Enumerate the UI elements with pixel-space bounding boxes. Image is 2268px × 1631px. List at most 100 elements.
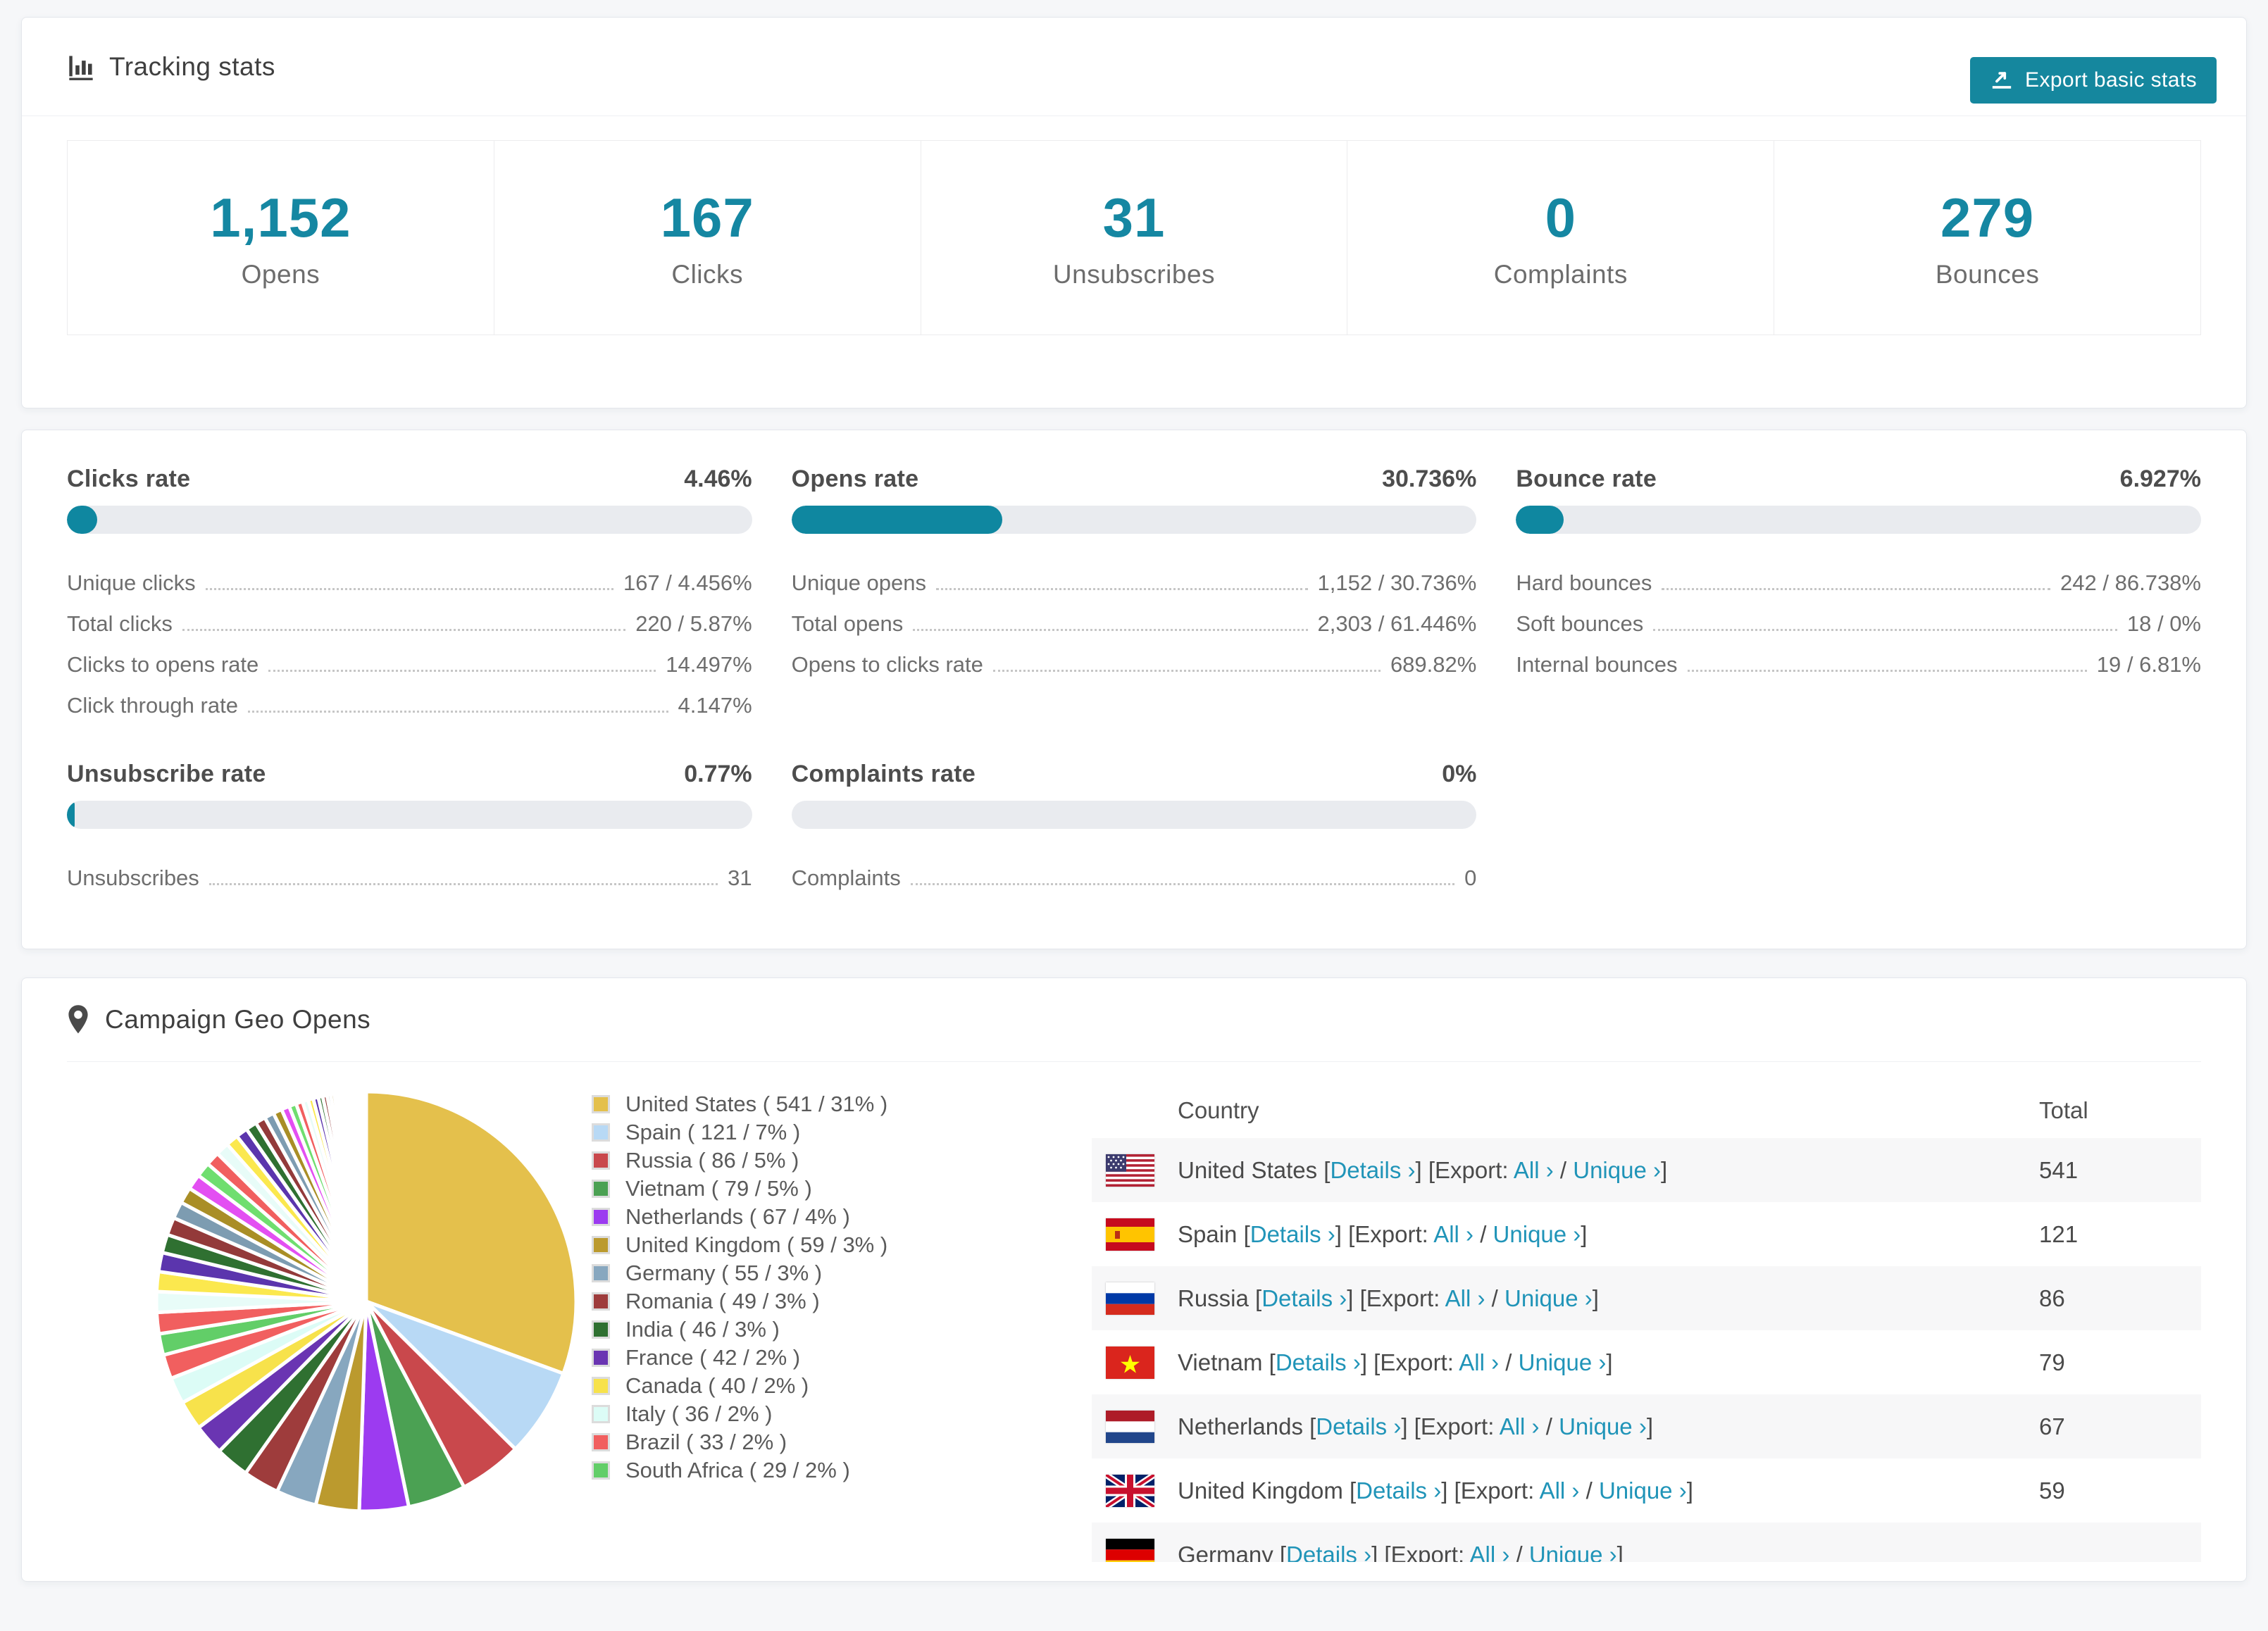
rate-stat-value: 18 / 0% bbox=[2126, 611, 2201, 636]
export-unique-link[interactable]: Unique › bbox=[1529, 1542, 1617, 1563]
legend-label: Germany ( 55 / 3% ) bbox=[625, 1261, 823, 1285]
country-name: United States bbox=[1178, 1156, 1324, 1183]
details-link[interactable]: Details › bbox=[1276, 1349, 1361, 1375]
legend-item: Russia ( 86 / 5% ) bbox=[592, 1146, 986, 1175]
rate-stat-label: Unsubscribes bbox=[67, 866, 199, 890]
rate-stat-label: Hard bounces bbox=[1516, 570, 1652, 595]
rate-stat-row: Clicks to opens rate 14.497% bbox=[67, 641, 752, 682]
export-unique-link[interactable]: Unique › bbox=[1559, 1413, 1647, 1439]
export-all-link[interactable]: All › bbox=[1433, 1221, 1473, 1247]
legend-label: South Africa ( 29 / 2% ) bbox=[625, 1458, 850, 1482]
rate-stat-label: Unique clicks bbox=[67, 570, 196, 595]
country-total: 86 bbox=[2039, 1285, 2065, 1311]
page-title: Tracking stats bbox=[109, 51, 275, 81]
legend-label: Netherlands ( 67 / 4% ) bbox=[625, 1204, 850, 1229]
progress-bar bbox=[791, 506, 1477, 534]
rate-stat-value: 19 / 6.81% bbox=[2096, 652, 2201, 677]
export-all-link[interactable]: All › bbox=[1514, 1157, 1554, 1183]
details-link[interactable]: Details › bbox=[1356, 1477, 1441, 1504]
legend-label: India ( 46 / 3% ) bbox=[625, 1317, 780, 1342]
rate-value: 30.736% bbox=[1382, 465, 1477, 492]
export-icon bbox=[1990, 68, 2014, 92]
rate-block-bounce-rate: Bounce rate 6.927% Hard bounces 242 / 86.73… bbox=[1516, 465, 2201, 723]
table-row-gb: United Kingdom [Details ›] [Export: All … bbox=[1092, 1458, 2201, 1523]
rate-title: Opens rate bbox=[791, 465, 919, 492]
export-basic-stats-button[interactable]: Export basic stats bbox=[1970, 57, 2217, 104]
details-link[interactable]: Details › bbox=[1286, 1542, 1371, 1563]
stat-value: 31 bbox=[1102, 187, 1166, 249]
legend-item: India ( 46 / 3% ) bbox=[592, 1316, 986, 1344]
stat-value: 1,152 bbox=[210, 187, 351, 249]
rate-stat-value: 689.82% bbox=[1390, 652, 1477, 677]
legend-item: Brazil ( 33 / 2% ) bbox=[592, 1428, 986, 1456]
rate-stat-label: Clicks to opens rate bbox=[67, 652, 259, 677]
rate-value: 0% bbox=[1442, 761, 1477, 787]
rate-stat-label: Total clicks bbox=[67, 611, 173, 636]
export-unique-link[interactable]: Unique › bbox=[1493, 1221, 1581, 1247]
country-total: 67 bbox=[2039, 1413, 2065, 1439]
legend-label: Romania ( 49 / 3% ) bbox=[625, 1289, 820, 1313]
dotted-leader bbox=[910, 883, 1455, 885]
details-link[interactable]: Details › bbox=[1250, 1221, 1335, 1247]
country-name: Vietnam bbox=[1178, 1349, 1269, 1375]
export-all-link[interactable]: All › bbox=[1540, 1477, 1580, 1504]
tracking-stats-card: Tracking stats Export basic stats 1,152 O… bbox=[21, 17, 2247, 408]
details-link[interactable]: Details › bbox=[1261, 1285, 1347, 1311]
rate-block-unsubscribe-rate: Unsubscribe rate 0.77% Unsubscribes 31 bbox=[67, 761, 752, 895]
country-name: United Kingdom bbox=[1178, 1477, 1350, 1504]
stat-label: Complaints bbox=[1493, 260, 1628, 289]
legend-swatch bbox=[592, 1095, 610, 1113]
geo-section-title: Campaign Geo Opens bbox=[105, 1005, 371, 1034]
gb-flag-icon bbox=[1104, 1471, 1157, 1510]
progress-bar bbox=[791, 801, 1477, 829]
dotted-leader bbox=[1653, 629, 2117, 631]
rate-title: Unsubscribe rate bbox=[67, 761, 266, 787]
legend-label: Italy ( 36 / 2% ) bbox=[625, 1401, 773, 1426]
legend-item: Germany ( 55 / 3% ) bbox=[592, 1259, 986, 1287]
details-link[interactable]: Details › bbox=[1330, 1157, 1415, 1183]
geo-pie-chart bbox=[67, 1062, 592, 1562]
rate-value: 4.46% bbox=[684, 465, 752, 492]
dotted-leader bbox=[1662, 588, 2051, 590]
map-marker-icon bbox=[67, 1004, 89, 1035]
rate-stat-value: 167 / 4.456% bbox=[623, 570, 752, 595]
stat-box-opens: 1,152 Opens bbox=[68, 141, 494, 335]
legend-label: Vietnam ( 79 / 5% ) bbox=[625, 1176, 812, 1201]
export-unique-link[interactable]: Unique › bbox=[1519, 1349, 1607, 1375]
dotted-leader bbox=[208, 883, 718, 885]
table-header-row: Country Total bbox=[1092, 1083, 2201, 1138]
rate-stat-row: Unsubscribes 31 bbox=[67, 854, 752, 895]
export-all-link[interactable]: All › bbox=[1500, 1413, 1540, 1439]
campaign-geo-opens-card: Campaign Geo Opens United States ( 541 /… bbox=[21, 977, 2247, 1582]
stat-value: 0 bbox=[1545, 187, 1576, 249]
dotted-leader bbox=[205, 588, 613, 590]
legend-swatch bbox=[592, 1208, 610, 1226]
es-flag-icon bbox=[1106, 1218, 1154, 1251]
table-row-us: United States [Details ›] [Export: All ›… bbox=[1092, 1138, 2201, 1202]
table-row-de: Germany [Details ›] [Export: All › / Uni… bbox=[1092, 1523, 2201, 1562]
legend-swatch bbox=[592, 1236, 610, 1254]
rate-stat-value: 14.497% bbox=[666, 652, 752, 677]
tracking-stats-header: Tracking stats bbox=[22, 18, 2246, 116]
export-unique-link[interactable]: Unique › bbox=[1504, 1285, 1593, 1311]
de-flag-icon bbox=[1106, 1538, 1154, 1562]
export-unique-link[interactable]: Unique › bbox=[1599, 1477, 1687, 1504]
nl-flag-icon bbox=[1106, 1410, 1154, 1443]
rate-title: Clicks rate bbox=[67, 465, 191, 492]
rate-stat-label: Click through rate bbox=[67, 693, 238, 718]
legend-item: Canada ( 40 / 2% ) bbox=[592, 1372, 986, 1400]
details-link[interactable]: Details › bbox=[1316, 1413, 1401, 1439]
stat-label: Unsubscribes bbox=[1052, 260, 1216, 289]
rates-card: Clicks rate 4.46% Unique clicks 167 / 4.456… bbox=[21, 430, 2247, 949]
export-all-link[interactable]: All › bbox=[1459, 1349, 1499, 1375]
export-all-link[interactable]: All › bbox=[1445, 1285, 1485, 1311]
country-column-header: Country bbox=[1178, 1097, 1259, 1123]
stat-box-bounces: 279 Bounces bbox=[1774, 141, 2200, 335]
rate-title: Bounce rate bbox=[1516, 465, 1657, 492]
country-total: 79 bbox=[2039, 1349, 2065, 1375]
export-all-link[interactable]: All › bbox=[1469, 1542, 1509, 1563]
export-unique-link[interactable]: Unique › bbox=[1573, 1157, 1661, 1183]
table-row-ru: Russia [Details ›] [Export: All › / Uniq… bbox=[1092, 1266, 2201, 1330]
table-row-es: Spain [Details ›] [Export: All › / Uniqu… bbox=[1092, 1202, 2201, 1266]
stat-box-clicks: 167 Clicks bbox=[494, 141, 921, 335]
